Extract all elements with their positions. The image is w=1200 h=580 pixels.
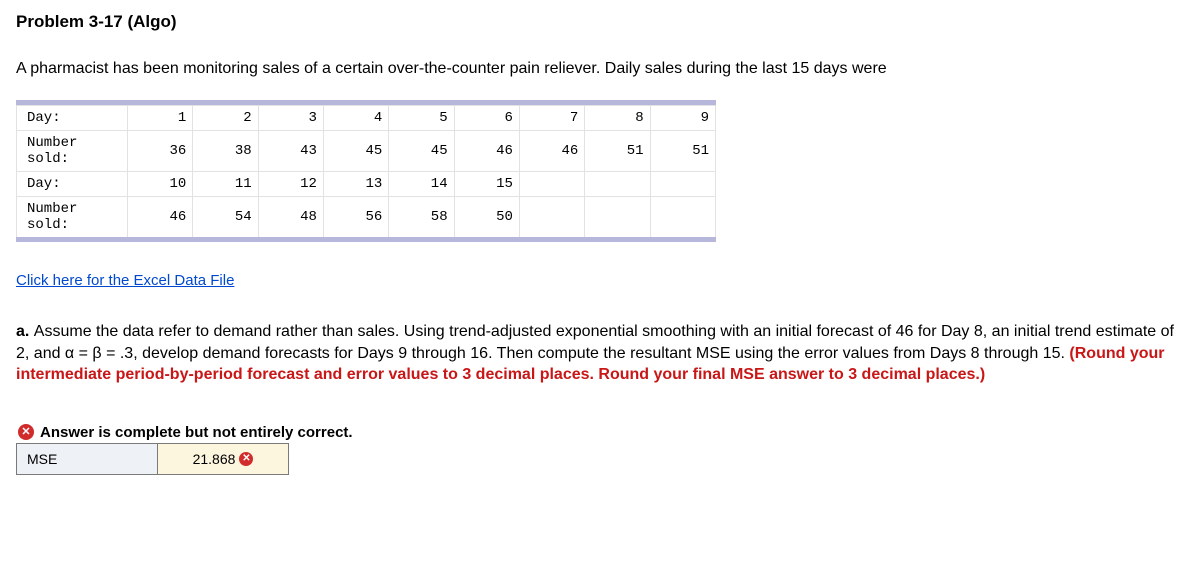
table-row: Day: 1 2 3 4 5 6 7 8 9 (17, 106, 716, 131)
cell: 43 (258, 131, 323, 172)
cell: 11 (193, 172, 258, 197)
cell: 5 (389, 106, 454, 131)
answer-block: ✕ Answer is complete but not entirely co… (16, 424, 496, 475)
data-table-wrap: Day: 1 2 3 4 5 6 7 8 9 Number sold: 36 3… (16, 100, 716, 242)
cell: 45 (323, 131, 388, 172)
cell (585, 172, 650, 197)
answer-table: MSE 21.868 ✕ (16, 443, 289, 475)
table-row: Number sold: 46 54 48 56 58 50 (17, 197, 716, 238)
cell (519, 172, 584, 197)
table-row: MSE 21.868 ✕ (17, 443, 289, 474)
cell: 51 (650, 131, 715, 172)
incorrect-icon: ✕ (18, 424, 34, 440)
table-row: Number sold: 36 38 43 45 45 46 46 51 51 (17, 131, 716, 172)
cell: 51 (585, 131, 650, 172)
problem-title: Problem 3-17 (Algo) (16, 12, 1184, 32)
row-label: Number sold: (17, 197, 128, 238)
question-a: a. Assume the data refer to demand rathe… (16, 321, 1184, 386)
cell: 1 (127, 106, 192, 131)
cell (650, 172, 715, 197)
cell: 13 (323, 172, 388, 197)
cell: 56 (323, 197, 388, 238)
cell (585, 197, 650, 238)
cell: 4 (323, 106, 388, 131)
mse-value-cell[interactable]: 21.868 ✕ (158, 443, 289, 474)
cell: 14 (389, 172, 454, 197)
cell: 45 (389, 131, 454, 172)
row-label: Number sold: (17, 131, 128, 172)
mse-label-cell: MSE (17, 443, 158, 474)
excel-data-link[interactable]: Click here for the Excel Data File (16, 272, 234, 289)
cell: 12 (258, 172, 323, 197)
mse-value: 21.868 (193, 451, 236, 467)
question-a-prefix: a. (16, 323, 34, 340)
answer-status-header: ✕ Answer is complete but not entirely co… (16, 424, 496, 441)
cell: 46 (519, 131, 584, 172)
cell: 15 (454, 172, 519, 197)
cell: 48 (258, 197, 323, 238)
cell: 36 (127, 131, 192, 172)
question-a-body: Assume the data refer to demand rather t… (16, 323, 1174, 362)
cell: 7 (519, 106, 584, 131)
cell: 54 (193, 197, 258, 238)
row-label: Day: (17, 106, 128, 131)
table-row: Day: 10 11 12 13 14 15 (17, 172, 716, 197)
cell: 58 (389, 197, 454, 238)
cell (650, 197, 715, 238)
cell: 8 (585, 106, 650, 131)
sales-data-table: Day: 1 2 3 4 5 6 7 8 9 Number sold: 36 3… (16, 105, 716, 238)
cell: 9 (650, 106, 715, 131)
cell: 46 (454, 131, 519, 172)
cell: 46 (127, 197, 192, 238)
cell (519, 197, 584, 238)
incorrect-icon: ✕ (239, 452, 253, 466)
problem-intro: A pharmacist has been monitoring sales o… (16, 60, 1184, 78)
answer-status-text: Answer is complete but not entirely corr… (40, 424, 353, 441)
cell: 2 (193, 106, 258, 131)
cell: 10 (127, 172, 192, 197)
table-bottom-bar (16, 237, 716, 242)
cell: 6 (454, 106, 519, 131)
row-label: Day: (17, 172, 128, 197)
cell: 3 (258, 106, 323, 131)
cell: 50 (454, 197, 519, 238)
cell: 38 (193, 131, 258, 172)
